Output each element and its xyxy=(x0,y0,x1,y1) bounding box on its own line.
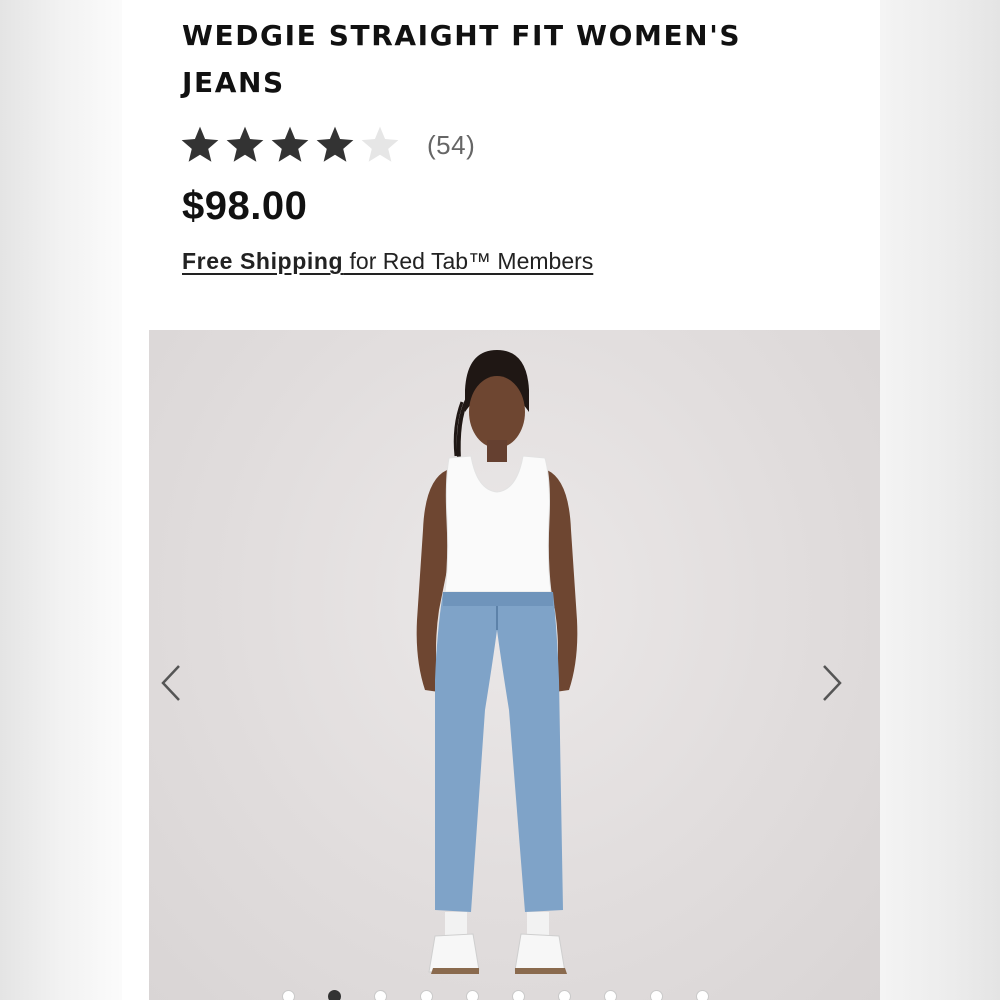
star-filled-icon xyxy=(181,126,219,162)
chevron-right-icon xyxy=(823,665,842,701)
product-price: $98.00 xyxy=(182,184,308,228)
star-empty-icon xyxy=(361,126,399,162)
carousel-dot[interactable] xyxy=(604,990,617,1000)
carousel-dot[interactable] xyxy=(328,990,341,1000)
carousel-dot[interactable] xyxy=(420,990,433,1000)
star-filled-icon xyxy=(271,126,309,162)
carousel-dot[interactable] xyxy=(512,990,525,1000)
carousel-prev-button[interactable] xyxy=(153,658,189,708)
carousel-dot[interactable] xyxy=(558,990,571,1000)
shipping-members-text: for Red Tab™ Members xyxy=(343,248,594,274)
free-shipping-label: Free Shipping xyxy=(182,248,344,274)
star-rating xyxy=(179,124,401,166)
background-left xyxy=(0,0,122,1000)
star-filled-icon xyxy=(226,126,264,162)
carousel-dot[interactable] xyxy=(466,990,479,1000)
carousel-pagination xyxy=(282,990,709,1000)
carousel-dot[interactable] xyxy=(696,990,709,1000)
product-card: WEDGIE STRAIGHT FIT WOMEN'S JEANS (54) $… xyxy=(122,0,880,1000)
carousel-dot[interactable] xyxy=(650,990,663,1000)
rating-count[interactable]: (54) xyxy=(427,130,475,161)
carousel-next-button[interactable] xyxy=(814,658,850,708)
image-carousel[interactable] xyxy=(149,330,880,1000)
carousel-dot[interactable] xyxy=(374,990,387,1000)
free-shipping-link[interactable]: Free Shipping for Red Tab™ Members xyxy=(182,248,593,275)
product-photo-model-icon xyxy=(416,350,578,974)
carousel-dot[interactable] xyxy=(282,990,295,1000)
product-title: WEDGIE STRAIGHT FIT WOMEN'S JEANS xyxy=(182,19,742,99)
star-filled-icon xyxy=(316,126,354,162)
chevron-left-icon xyxy=(161,665,180,701)
background-right xyxy=(880,0,1000,1000)
rating[interactable]: (54) xyxy=(179,120,475,170)
